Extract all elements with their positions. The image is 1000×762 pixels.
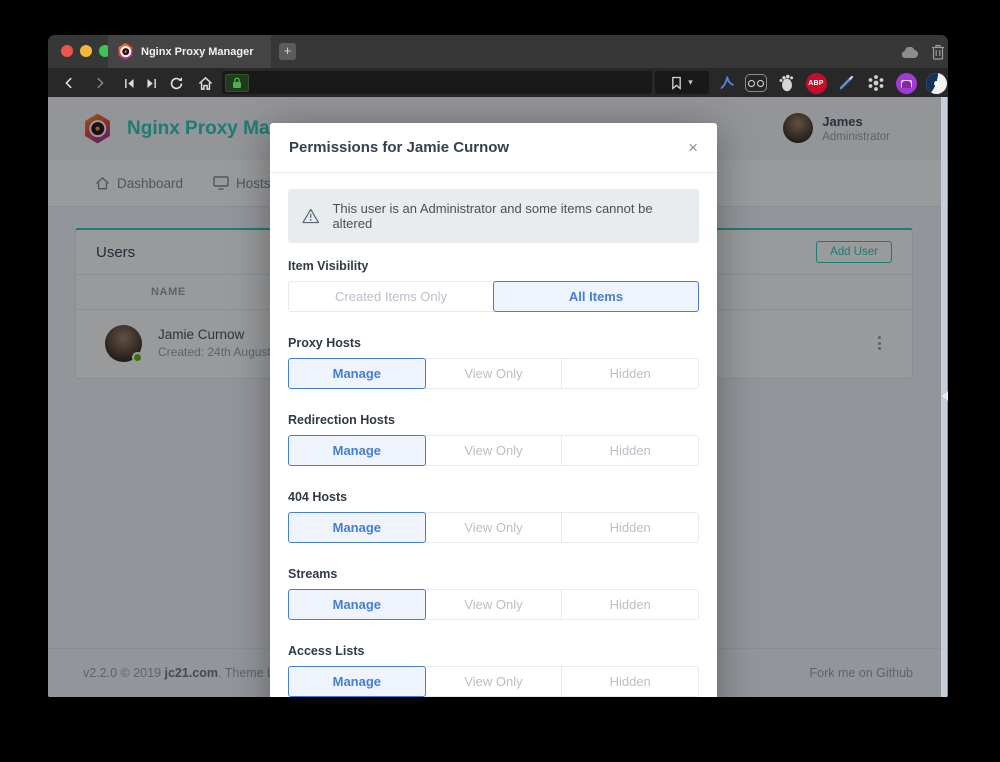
- secure-lock-icon[interactable]: [225, 74, 249, 92]
- modal-title: Permissions for Jamie Curnow: [289, 139, 509, 156]
- 404-hosts-view-only[interactable]: View Only: [425, 512, 563, 543]
- chevron-down-icon: ▾: [688, 77, 693, 88]
- reload-icon[interactable]: [167, 74, 185, 92]
- redirection-hosts-view-only[interactable]: View Only: [425, 435, 563, 466]
- tab-title: Nginx Proxy Manager: [141, 46, 253, 58]
- fast-forward-icon[interactable]: [142, 74, 160, 92]
- alert-text: This user is an Administrator and some i…: [332, 201, 685, 231]
- browser-tab[interactable]: Nginx Proxy Manager: [108, 35, 271, 68]
- admin-warning-alert: This user is an Administrator and some i…: [288, 189, 699, 243]
- item-visibility-label: Item Visibility: [288, 259, 699, 273]
- browser-toolbar: ▾ ABP: [48, 68, 948, 97]
- 404-hosts-hidden[interactable]: Hidden: [561, 512, 699, 543]
- goggles-extension-icon[interactable]: [745, 72, 767, 94]
- rewind-icon[interactable]: [120, 74, 138, 92]
- access-lists-manage[interactable]: Manage: [288, 666, 426, 697]
- streams-view-only[interactable]: View Only: [425, 589, 563, 620]
- proxy-hosts-hidden[interactable]: Hidden: [561, 358, 699, 389]
- proxy-hosts-group: Manage View Only Hidden: [288, 358, 699, 389]
- streams-hidden[interactable]: Hidden: [561, 589, 699, 620]
- browser-tab-bar: Nginx Proxy Manager +: [48, 35, 948, 68]
- abp-label: ABP: [806, 73, 827, 94]
- forward-icon[interactable]: [91, 74, 109, 92]
- back-icon[interactable]: [60, 74, 78, 92]
- 404-hosts-label: 404 Hosts: [288, 490, 699, 504]
- redirection-hosts-hidden[interactable]: Hidden: [561, 435, 699, 466]
- streams-manage[interactable]: Manage: [288, 589, 426, 620]
- proxy-hosts-label: Proxy Hosts: [288, 336, 699, 350]
- window-controls: [61, 45, 111, 57]
- streams-group: Manage View Only Hidden: [288, 589, 699, 620]
- atom-extension-icon[interactable]: [865, 72, 887, 94]
- proxy-hosts-view-only[interactable]: View Only: [425, 358, 563, 389]
- screenshot: Nginx Proxy Manager +: [0, 0, 1000, 762]
- access-lists-view-only[interactable]: View Only: [425, 666, 563, 697]
- bird-extension-icon[interactable]: [716, 72, 738, 94]
- panel-toggle-arrow-icon[interactable]: [942, 391, 948, 401]
- address-bar[interactable]: [222, 71, 652, 94]
- purple-extension-icon[interactable]: [895, 72, 917, 94]
- access-lists-hidden[interactable]: Hidden: [561, 666, 699, 697]
- visibility-all-items[interactable]: All Items: [493, 281, 699, 312]
- favicon-npm-icon: [118, 43, 133, 60]
- close-window-button[interactable]: [61, 45, 73, 57]
- access-lists-group: Manage View Only Hidden: [288, 666, 699, 697]
- 404-hosts-manage[interactable]: Manage: [288, 512, 426, 543]
- warning-triangle-icon: [302, 208, 319, 224]
- gnome-foot-icon[interactable]: [775, 72, 797, 94]
- abp-extension-icon[interactable]: ABP: [805, 72, 827, 94]
- item-visibility-group: Created Items Only All Items: [288, 281, 699, 312]
- web-page: Nginx Proxy Manager James Administrator …: [48, 97, 948, 697]
- close-icon[interactable]: ×: [688, 139, 698, 156]
- proxy-hosts-manage[interactable]: Manage: [288, 358, 426, 389]
- home-icon[interactable]: [196, 74, 214, 92]
- trash-icon[interactable]: [931, 43, 945, 65]
- bookmarks-control[interactable]: ▾: [655, 71, 709, 94]
- minimize-window-button[interactable]: [80, 45, 92, 57]
- gauge-extension-icon[interactable]: [925, 72, 947, 94]
- browser-window: Nginx Proxy Manager +: [48, 35, 948, 697]
- access-lists-label: Access Lists: [288, 644, 699, 658]
- pen-extension-icon[interactable]: [835, 72, 857, 94]
- 404-hosts-group: Manage View Only Hidden: [288, 512, 699, 543]
- redirection-hosts-group: Manage View Only Hidden: [288, 435, 699, 466]
- new-tab-button[interactable]: +: [279, 43, 296, 60]
- sync-cloud-icon[interactable]: [900, 46, 919, 64]
- redirection-hosts-manage[interactable]: Manage: [288, 435, 426, 466]
- bookmark-icon: [671, 76, 682, 90]
- visibility-created-items-only[interactable]: Created Items Only: [288, 281, 494, 312]
- permissions-modal: Permissions for Jamie Curnow × This user…: [270, 123, 717, 697]
- streams-label: Streams: [288, 567, 699, 581]
- redirection-hosts-label: Redirection Hosts: [288, 413, 699, 427]
